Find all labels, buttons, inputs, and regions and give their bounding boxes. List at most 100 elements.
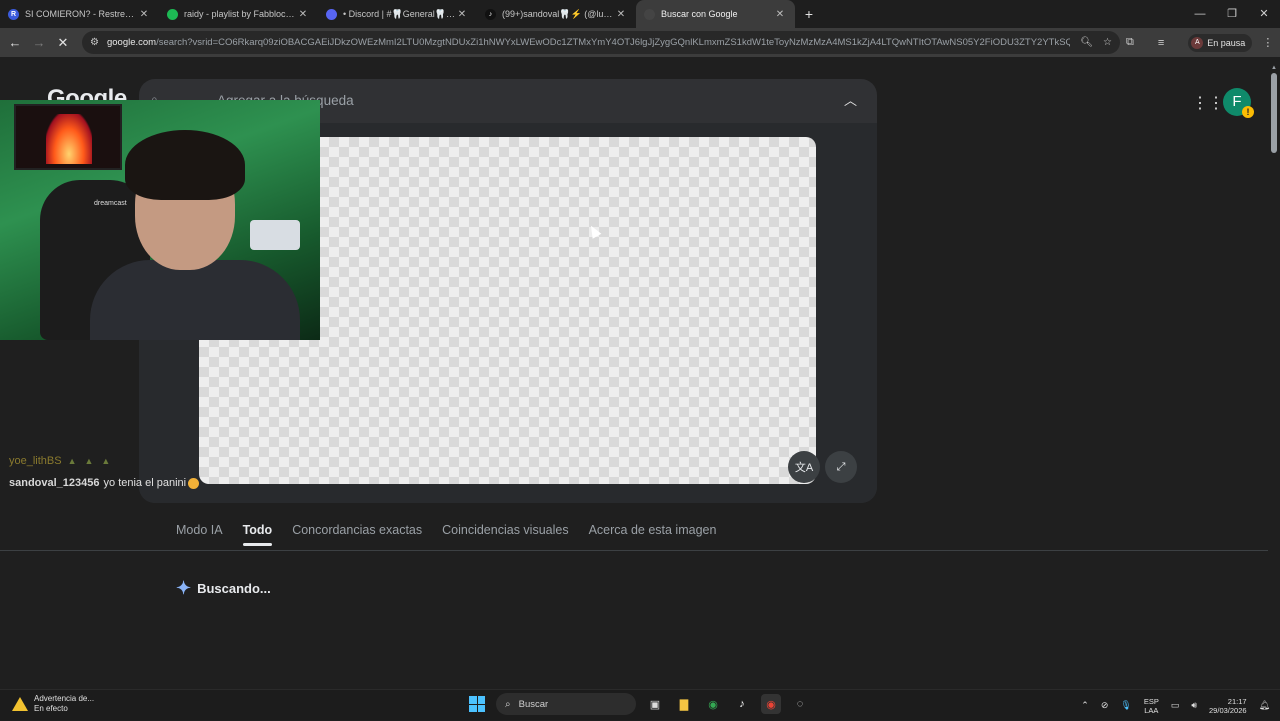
lang-bottom: LAA xyxy=(1144,705,1159,715)
toolbar-actions: ⧉ ≡ A En pausa ⋮ xyxy=(1126,28,1273,57)
result-filter-tabs: Modo IA Todo Concordancias exactas Coinc… xyxy=(176,523,716,546)
emoji-icon xyxy=(188,477,200,489)
chevron-up-icon[interactable]: ⌃ xyxy=(1081,700,1089,711)
forward-button[interactable]: → xyxy=(27,35,51,50)
zoom-icon[interactable]: 🔍︎ xyxy=(1080,37,1093,48)
extensions-icon[interactable]: ⧉ xyxy=(1126,36,1134,49)
volume-icon[interactable]: 🔊︎ xyxy=(1191,700,1197,711)
back-button[interactable]: ← xyxy=(3,35,27,50)
taskbar-search[interactable]: ⌕ Buscar xyxy=(496,693,636,715)
close-tab-icon[interactable]: ✕ xyxy=(614,9,628,20)
chat-badges: ▲▲▲ xyxy=(67,456,119,466)
tab-todo[interactable]: Todo xyxy=(242,523,272,546)
chat-message: sandoval_123456 yo tenia el panini xyxy=(0,472,230,494)
url-text[interactable]: google.com/search?vsrid=CO6Rkarq09ziOBAC… xyxy=(107,37,1070,48)
tab-coincidencias-visuales[interactable]: Coincidencias visuales xyxy=(442,523,568,546)
discord-icon xyxy=(326,8,337,20)
tiktok-icon: ♪ xyxy=(485,8,496,20)
media-controls-icon[interactable]: ≡ xyxy=(1158,37,1164,49)
tab-label: SI COMIERON? - Restream xyxy=(25,9,137,19)
chat-username: yoe_lithBS xyxy=(9,455,62,467)
mouse-cursor-icon xyxy=(586,223,602,239)
maximize-button[interactable]: ❐ xyxy=(1216,0,1248,28)
search-icon: ⌕ xyxy=(505,698,511,710)
tab-discord[interactable]: • Discord | #🦷General🦷 | 🦷 ✕ xyxy=(318,0,477,28)
close-tab-icon[interactable]: ✕ xyxy=(455,9,469,20)
kebab-menu-icon[interactable]: ⋮ xyxy=(1262,36,1273,49)
chrome-icon[interactable]: ◉ xyxy=(703,694,723,714)
display-icon[interactable]: ▭ xyxy=(1171,700,1180,711)
profile-paused-button[interactable]: A En pausa xyxy=(1188,33,1253,52)
google-lens-icon xyxy=(644,8,655,20)
language-indicator[interactable]: ESP LAA xyxy=(1144,697,1159,715)
warning-badge-icon: ! xyxy=(1242,106,1254,118)
chat-message: yoe_lithBS ▲▲▲ xyxy=(0,450,230,472)
spotify-icon xyxy=(167,8,178,20)
tab-restream[interactable]: R SI COMIERON? - Restream ✕ xyxy=(0,0,159,28)
tab-label: • Discord | #🦷General🦷 | 🦷 xyxy=(343,8,455,19)
date: 29/03/2026 xyxy=(1209,705,1247,715)
network-icon[interactable]: ⊘ xyxy=(1101,700,1109,711)
warning-icon xyxy=(12,697,28,711)
background-tv xyxy=(14,104,122,170)
weather-warning-widget[interactable]: Advertencia de... En efecto xyxy=(12,694,94,714)
lang-top: ESP xyxy=(1143,696,1159,706)
expand-icon[interactable]: ⤢ xyxy=(825,451,857,483)
chat-username: sandoval_123456 xyxy=(9,477,100,489)
minimize-button[interactable]: — xyxy=(1184,0,1216,28)
chrome-active-icon[interactable]: ◉ xyxy=(761,694,781,714)
tab-label: Buscar con Google xyxy=(661,9,738,19)
tab-google-search[interactable]: Buscar con Google ✕ xyxy=(636,0,795,28)
gemini-sparkle-icon: ✦ xyxy=(176,578,192,598)
chevron-up-icon[interactable]: ︿ xyxy=(844,90,857,109)
stop-loading-button[interactable]: ✕ xyxy=(51,35,75,51)
warning-title: Advertencia de... xyxy=(34,694,95,703)
loading-status: ✦ Buscando... xyxy=(176,578,271,599)
close-tab-icon[interactable]: ✕ xyxy=(137,9,151,20)
tab-acerca-de-esta-imagen[interactable]: Acerca de esta imagen xyxy=(589,523,717,546)
address-bar[interactable]: ⚙ google.com/search?vsrid=CO6Rkarq09ziOB… xyxy=(82,31,1120,54)
tab-label: raidy - playlist by Fabblock.Jn | xyxy=(184,9,296,19)
tab-spotify[interactable]: raidy - playlist by Fabblock.Jn | ✕ xyxy=(159,0,318,28)
taskbar-apps: ⌕ Buscar ▣ ▇ ◉ ♪ ◉ ◌ xyxy=(467,693,810,715)
chair-label: dreamcast xyxy=(94,200,127,207)
account-initial: F xyxy=(1232,93,1242,110)
tab-tiktok[interactable]: ♪ (99+)sandoval🦷⚡ (@lucas.san ✕ xyxy=(477,0,636,28)
notifications-icon[interactable]: 🔔︎ xyxy=(1259,700,1270,711)
windows-start-icon[interactable] xyxy=(467,694,487,714)
task-view-icon[interactable]: ▣ xyxy=(645,694,665,714)
tab-label: (99+)sandoval🦷⚡ (@lucas.san xyxy=(502,8,614,19)
account-avatar[interactable]: F ! xyxy=(1223,88,1254,118)
loading-text: Buscando... xyxy=(197,581,271,596)
stream-chat-overlay: yoe_lithBS ▲▲▲ sandoval_123456 yo tenia … xyxy=(0,450,230,494)
streaming-app-icon[interactable]: ◌ xyxy=(790,694,810,714)
page-scrollbar[interactable]: ▲ xyxy=(1270,65,1278,685)
microphone-icon[interactable]: 🎙︎ xyxy=(1120,700,1131,711)
tab-modo-ia[interactable]: Modo IA xyxy=(176,523,223,546)
scroll-up-icon[interactable]: ▲ xyxy=(1270,65,1278,71)
tab-strip: R SI COMIERON? - Restream ✕ raidy - play… xyxy=(0,0,1280,28)
streamer-body xyxy=(90,260,300,340)
window-controls: — ❐ ✕ xyxy=(1184,0,1280,28)
translate-icon[interactable]: 文A xyxy=(788,451,820,483)
close-tab-icon[interactable]: ✕ xyxy=(773,9,787,20)
close-tab-icon[interactable]: ✕ xyxy=(296,9,310,20)
restream-icon: R xyxy=(8,8,19,20)
file-explorer-icon[interactable]: ▇ xyxy=(674,694,694,714)
tiktok-icon[interactable]: ♪ xyxy=(732,694,752,714)
background-monitor xyxy=(250,220,300,250)
chat-text: yo tenia el panini xyxy=(103,477,187,489)
url-host: google.com xyxy=(106,37,157,48)
tab-concordancias-exactas[interactable]: Concordancias exactas xyxy=(292,523,422,546)
bookmark-star-icon[interactable]: ☆ xyxy=(1103,37,1112,48)
new-tab-button[interactable]: + xyxy=(799,4,819,24)
clock[interactable]: 21:17 29/03/2026 xyxy=(1209,697,1247,715)
scrollbar-thumb[interactable] xyxy=(1271,73,1277,153)
browser-toolbar: ← → ✕ ⚙ google.com/search?vsrid=CO6Rkarq… xyxy=(0,28,1280,57)
time: 21:17 xyxy=(1227,696,1247,706)
warning-text: Advertencia de... En efecto xyxy=(34,694,94,714)
site-info-icon[interactable]: ⚙ xyxy=(90,37,99,48)
url-path: /search?vsrid=CO6Rkarq09ziOBACGAEiJDkzOW… xyxy=(156,37,1071,48)
close-window-button[interactable]: ✕ xyxy=(1248,0,1280,28)
system-tray: ⌃ ⊘ 🎙︎ ESP LAA ▭ 🔊︎ 21:17 29/03/2026 🔔︎ xyxy=(1081,690,1270,721)
